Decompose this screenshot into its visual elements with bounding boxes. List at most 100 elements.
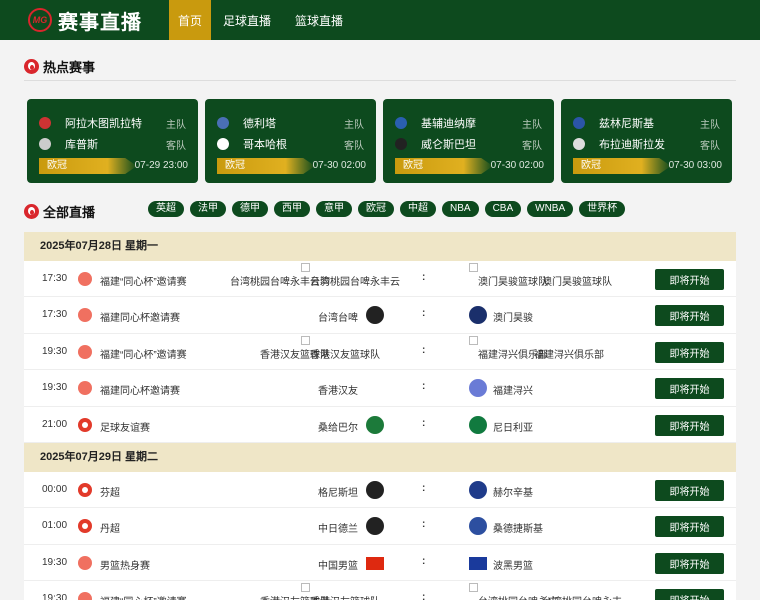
card-time: 07-30 02:00: [312, 160, 366, 171]
upcoming-button[interactable]: 即将开始: [655, 589, 724, 600]
away-team-name: 赫尔辛基: [493, 487, 533, 499]
basketball-icon: [78, 555, 92, 570]
upcoming-button[interactable]: 即将开始: [655, 414, 724, 436]
match-row[interactable]: 19:30 福建“同心杯”邀请赛 香港汉友篮球队 香港汉友篮球队 : 福建浔兴俱…: [24, 333, 736, 371]
fire-icon: [24, 59, 39, 74]
away-team-logo-icon: [469, 263, 478, 272]
away-team-name: 波黑男篮: [493, 560, 533, 572]
match-list: 2025年07月28日 星期一 17:30 福建“同心杯”邀请赛 台湾桃园台啤永…: [24, 232, 736, 600]
away-team-name: 福建浔兴俱乐部: [534, 349, 604, 361]
match-row[interactable]: 19:30 男篮热身赛 中国男篮 : 波黑男篮 即将开始: [24, 544, 736, 582]
league-chip[interactable]: CBA: [484, 201, 522, 217]
nav-home[interactable]: 首页: [169, 0, 211, 40]
away-team-name: 尼日利亚: [493, 422, 533, 434]
hot-match-card[interactable]: 基辅迪纳摩 主队 威仑斯巴坦 客队 欧冠 07-30 02:00: [383, 99, 554, 183]
away-team-name: 台湾桃园台啤永丰: [542, 593, 622, 600]
away-team-logo-icon: [469, 480, 487, 499]
card-home-role: 主队: [344, 119, 364, 131]
match-league: 福建同心杯邀请赛: [100, 313, 180, 325]
league-filter-chips: 英超 法甲 德甲 西甲 意甲 欧冠 中超 NBA CBA WNBA 世界杯: [148, 201, 626, 217]
card-league-badge: 欧冠: [573, 158, 671, 174]
match-league: 足球友谊赛: [100, 422, 150, 434]
upcoming-button[interactable]: 即将开始: [655, 341, 724, 363]
league-chip[interactable]: 欧冠: [358, 201, 394, 217]
card-away-role: 客队: [522, 140, 542, 152]
basketball-icon: [78, 272, 92, 286]
away-team-name: 澳门昊骏篮球队: [542, 277, 612, 288]
card-home-team: 基辅迪纳摩: [421, 118, 476, 130]
upcoming-button[interactable]: 即将开始: [655, 516, 724, 538]
away-logo-alt-text: 澳门昊骏篮球队: [478, 277, 548, 288]
soccer-ball-icon: [78, 482, 92, 497]
team-logo-icon: [573, 117, 585, 129]
card-home-role: 主队: [522, 119, 542, 131]
vs-separator: :: [422, 272, 426, 283]
match-row[interactable]: 01:00 丹超 中日德兰 : 桑德捷斯基 即将开始: [24, 508, 736, 545]
home-team-logo-icon: [366, 379, 384, 398]
card-league-badge: 欧冠: [395, 158, 493, 174]
card-away-team: 库普斯: [65, 139, 98, 151]
match-time: 17:30: [42, 273, 68, 284]
match-league: 芬超: [100, 487, 120, 499]
card-away-role: 客队: [166, 140, 186, 152]
away-team-logo-icon: [469, 379, 487, 398]
card-home-row: 阿拉木图凯拉特 主队: [39, 115, 186, 131]
league-chip[interactable]: 法甲: [190, 201, 226, 217]
upcoming-button[interactable]: 即将开始: [655, 378, 724, 400]
match-row[interactable]: 19:30 福建同心杯邀请赛 香港汉友 : 福建浔兴 即将开始: [24, 370, 736, 407]
card-home-team: 兹林尼斯基: [599, 118, 654, 130]
upcoming-button[interactable]: 即将开始: [655, 552, 724, 574]
card-home-team: 阿拉木图凯拉特: [65, 118, 142, 130]
soccer-ball-icon: [78, 519, 92, 534]
home-team-name: 格尼斯坦: [318, 487, 358, 499]
upcoming-button[interactable]: 即将开始: [655, 305, 724, 327]
card-home-row: 基辅迪纳摩 主队: [395, 115, 542, 131]
site-logo[interactable]: MG 赛事直播: [0, 0, 169, 40]
card-league-badge: 欧冠: [217, 158, 315, 174]
card-time: 07-29 23:00: [134, 160, 188, 171]
match-row[interactable]: 19:30 福建“同心杯”邀请赛 香港汉友篮球队 香港汉友篮球队 : 台湾桃园台…: [24, 581, 736, 600]
match-row[interactable]: 00:00 芬超 格尼斯坦 : 赫尔辛基 即将开始: [24, 471, 736, 509]
match-league: 福建“同心杯”邀请赛: [100, 593, 187, 600]
match-row[interactable]: 21:00 足球友谊赛 桑给巴尔 : 尼日利亚 即将开始: [24, 406, 736, 443]
card-away-team: 哥本哈根: [243, 139, 287, 151]
nav-football[interactable]: 足球直播: [211, 0, 283, 40]
home-team-logo-icon: [301, 335, 310, 345]
team-logo-icon: [39, 138, 51, 150]
vs-separator: :: [422, 344, 426, 356]
upcoming-button[interactable]: 即将开始: [655, 269, 724, 290]
league-chip[interactable]: 世界杯: [579, 201, 626, 217]
vs-separator: :: [422, 555, 426, 567]
home-team-name: 台湾台啤: [318, 313, 358, 325]
all-section-header: 全部直播: [24, 202, 95, 221]
league-chip[interactable]: 意甲: [316, 201, 352, 217]
match-time: 17:30: [42, 309, 68, 321]
hot-match-card[interactable]: 阿拉木图凯拉特 主队 库普斯 客队 欧冠 07-29 23:00: [27, 99, 198, 183]
league-chip[interactable]: NBA: [442, 201, 479, 217]
match-time: 21:00: [42, 418, 68, 430]
basketball-icon: [78, 308, 92, 323]
match-row[interactable]: 17:30 福建同心杯邀请赛 台湾台啤 : 澳门昊骏 即将开始: [24, 297, 736, 334]
away-team-logo-icon: [469, 556, 487, 570]
match-row[interactable]: 17:30 福建“同心杯”邀请赛 台湾桃园台啤永丰云豹 台湾桃园台啤永丰云 : …: [24, 261, 736, 298]
home-team-logo-icon: [366, 517, 384, 536]
league-chip[interactable]: 德甲: [232, 201, 268, 217]
top-header: MG 赛事直播 首页 足球直播 篮球直播: [0, 0, 760, 40]
card-away-row: 哥本哈根 客队: [217, 136, 364, 152]
nav-basketball[interactable]: 篮球直播: [283, 0, 355, 40]
upcoming-button[interactable]: 即将开始: [655, 479, 724, 501]
hot-section-header: 热点赛事: [24, 57, 95, 76]
league-chip[interactable]: 中超: [400, 201, 436, 217]
league-chip[interactable]: WNBA: [527, 201, 574, 217]
team-logo-icon: [217, 117, 229, 129]
hot-match-card[interactable]: 德利塔 主队 哥本哈根 客队 欧冠 07-30 02:00: [205, 99, 376, 183]
hot-match-card[interactable]: 兹林尼斯基 主队 布拉迪斯拉发 客队 欧冠 07-30 03:00: [561, 99, 732, 183]
match-league: 男篮热身赛: [100, 560, 150, 572]
match-time: 00:00: [42, 483, 68, 495]
hot-section-title: 热点赛事: [43, 60, 96, 75]
logo-badge-icon: MG: [28, 8, 52, 32]
match-time: 19:30: [42, 382, 68, 394]
away-team-name: 澳门昊骏: [493, 313, 533, 325]
league-chip[interactable]: 英超: [148, 201, 184, 217]
league-chip[interactable]: 西甲: [274, 201, 310, 217]
